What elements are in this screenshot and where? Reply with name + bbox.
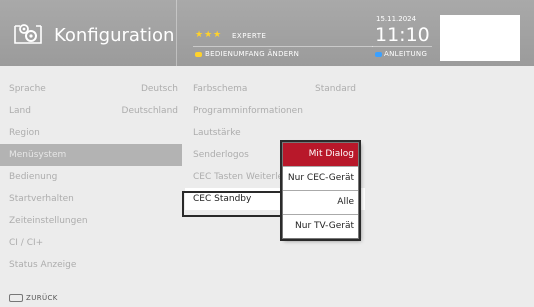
menu-item-label: Menüsystem (9, 150, 67, 160)
menu-item-zeiteinstellungen[interactable]: Zeiteinstellungen (0, 210, 182, 232)
menu-item-label: Land (9, 106, 31, 116)
menu-item-menuesystem[interactable]: Menüsystem (0, 144, 182, 166)
submenu-item-label: Farbschema (193, 84, 248, 94)
yellow-key-icon (195, 52, 202, 57)
submenu-item-lautstaerke[interactable]: Lautstärke (185, 122, 365, 144)
menu-item-label: Status Anzeige (9, 260, 77, 270)
menu-item-label: Bedienung (9, 172, 58, 182)
cec-standby-dropdown[interactable]: Mit Dialog Nur CEC-Gerät Alle Nur TV-Ger… (282, 142, 359, 239)
settings-menu: Sprache Deutsch Land Deutschland Region Me… (0, 78, 182, 276)
submenu-item-label: CEC Tasten Weiterle (193, 172, 284, 182)
menu-item-value: Deutschland (121, 106, 178, 116)
header-separator (176, 0, 177, 66)
menu-item-value: Deutsch (140, 84, 178, 94)
keyboard-back-icon (9, 294, 23, 302)
submenu-item-label: Senderlogos (193, 150, 249, 160)
option-label: Mit Dialog (308, 149, 354, 159)
user-level-label: Experte (232, 32, 267, 40)
back-button[interactable]: Zurück (9, 294, 58, 302)
menu-item-bedienung[interactable]: Bedienung (0, 166, 182, 188)
menu-item-status-anzeige[interactable]: Status Anzeige (0, 254, 182, 276)
header-divider (193, 46, 373, 47)
change-scope-action[interactable]: Bedienumfang ändern (205, 50, 299, 58)
option-label: Nur TV-Gerät (295, 221, 354, 231)
option-alle[interactable]: Alle (283, 190, 358, 214)
clock: 11:10 (375, 24, 430, 46)
header-bar: Konfiguration ★★★ Experte Bedienumfang ä… (0, 0, 534, 66)
menu-item-label: Startverhalten (9, 194, 74, 204)
focus-frame (184, 193, 282, 215)
menu-item-startverhalten[interactable]: Startverhalten (0, 188, 182, 210)
back-label: Zurück (26, 294, 58, 302)
menu-item-label: Zeiteinstellungen (9, 216, 88, 226)
option-label: Nur CEC-Gerät (287, 173, 354, 183)
submenu-item-programminformationen[interactable]: Programminformationen (185, 100, 365, 122)
submenu-item-value: Standard (315, 84, 356, 94)
menu-item-label: Region (9, 128, 40, 138)
date-label: 15.11.2024 (376, 15, 417, 23)
page-title: Konfiguration (54, 25, 175, 46)
option-nur-cec-geraet[interactable]: Nur CEC-Gerät (283, 166, 358, 190)
menu-item-ci[interactable]: CI / CI+ (0, 232, 182, 254)
menu-item-label: CI / CI+ (9, 238, 44, 248)
option-nur-tv-geraet[interactable]: Nur TV-Gerät (283, 214, 358, 238)
blue-key-icon (375, 52, 382, 57)
menu-item-sprache[interactable]: Sprache Deutsch (0, 78, 182, 100)
header-divider-right (372, 46, 432, 47)
tv-preview (440, 15, 520, 61)
option-label: Alle (337, 197, 354, 207)
menu-item-label: Sprache (9, 84, 46, 94)
menu-item-land[interactable]: Land Deutschland (0, 100, 182, 122)
submenu-item-label: Lautstärke (193, 128, 241, 138)
menu-item-region[interactable]: Region (0, 122, 182, 144)
option-mit-dialog[interactable]: Mit Dialog (283, 143, 358, 166)
settings-icon (14, 24, 42, 44)
submenu-item-label: Programminformationen (193, 106, 303, 116)
submenu-item-farbschema[interactable]: Farbschema Standard (185, 78, 365, 100)
help-action[interactable]: Anleitung (384, 50, 427, 58)
expert-stars: ★★★ (195, 30, 223, 40)
